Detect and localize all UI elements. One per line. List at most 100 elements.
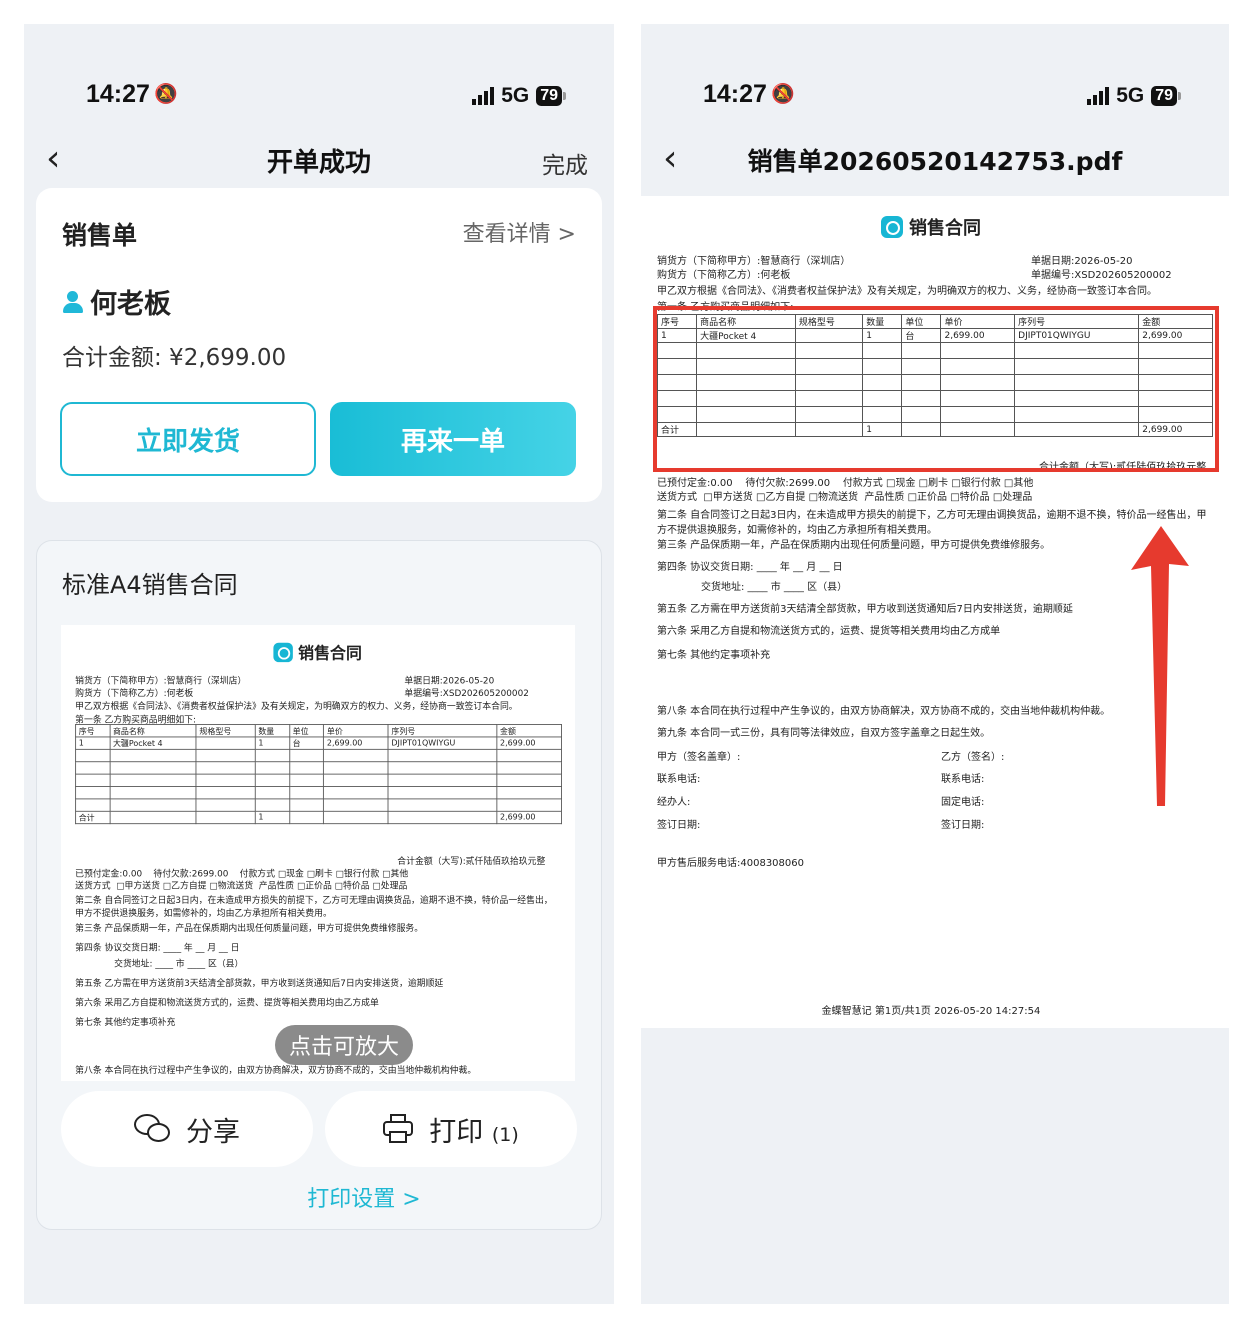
party-b-phone: 联系电话: — [941, 774, 985, 785]
share-button[interactable]: 分享 — [61, 1091, 313, 1167]
sum-amount: 2,699.00 — [496, 810, 562, 825]
party-a-sign: 甲方（签名盖章）: — [657, 752, 741, 763]
status-right: 5G 79 — [472, 84, 566, 108]
seller-line: 销货方（下简称甲方）:智慧商行（深圳店） — [657, 256, 851, 267]
delivery-line: 送货方式 □甲方送货 □乙方自提 □物流送货 产品性质 □正价品 □特价品 □处… — [657, 492, 1033, 503]
table-row: 1 大疆Pocket 4 1 台 2,699.00 DJIPT01QWIYGU 2,699.… — [75, 736, 562, 750]
table-cell: 台 — [289, 736, 325, 750]
intro-line: 甲乙双方根据《合同法》、《消费者权益保护法》及有关规定，为明确双方的权力、义务，… — [657, 286, 1157, 297]
clause2: 第二条 自合同签订之日起3日内，在未造成甲方损失的前提下，乙方可无理由调换货品，… — [75, 895, 553, 919]
sum-words: 合计金额（大写):贰仟陆佰玖拾玖元整 — [397, 856, 546, 867]
service-phone: 甲方售后服务电话:4008308060 — [657, 858, 804, 869]
party-a-date: 签订日期: — [657, 820, 701, 831]
clause5: 第五条 乙方需在甲方送货前3天结清全部货款，甲方收到送货通知后7日内安排送货，逾… — [657, 604, 1073, 615]
nav-bar: ‹ 开单成功 完成 — [24, 134, 614, 190]
zoom-hint[interactable]: 点击可放大 — [275, 1025, 414, 1065]
status-time: 14:27 🔕 — [703, 80, 795, 109]
table-header: 金额 — [496, 724, 562, 738]
order-title: 销售单 — [62, 221, 138, 250]
clause7: 第七条 其他约定事项补充 — [657, 650, 771, 661]
template-title: 标准A4销售合同 — [62, 571, 238, 599]
payment-line: 已预付定金:0.00 待付欠款:2699.00 付款方式 □现金 □刷卡 □银行… — [657, 478, 1034, 489]
clause2: 第二条 自合同签订之日起3日内，在未造成甲方损失的前提下，乙方可无理由调换货品，… — [657, 510, 1207, 536]
contract-title: 销售合同 — [641, 214, 1221, 240]
table-header: 单价 — [323, 724, 389, 738]
wechat-icon — [134, 1114, 170, 1144]
clause8: 第八条 本合同在执行过程中产生争议的，由双方协商解决，双方协商不成的，交由当地仲… — [75, 1065, 477, 1076]
table-header: 数量 — [254, 724, 290, 738]
seller-line: 销货方（下简称甲方）:智慧商行（深圳店） — [75, 676, 247, 687]
party-b-sign: 乙方（签名）: — [941, 752, 1005, 763]
bell-muted-icon: 🔕 — [770, 84, 795, 105]
printer-icon — [383, 1114, 414, 1144]
items-table: 序号 商品名称 规格型号 数量 单位 单价 序列号 金额 1 大疆Pocket 4 1 台 2,699… — [75, 724, 562, 825]
status-time-text: 14:27 — [703, 80, 767, 108]
clause4: 第四条 协议交货日期: ____ 年 __ 月 __ 日 — [657, 562, 843, 573]
right-phone-screen: 14:27 🔕 5G 79 ‹ 销售单20260520142753.pdf 销售合… — [641, 24, 1229, 1304]
payment-line: 已预付定金:0.00 待付欠款:2699.00 付款方式 □现金 □刷卡 □银行… — [75, 869, 409, 879]
table-header: 单位 — [289, 724, 325, 738]
clause4: 第四条 协议交货日期: ____ 年 __ 月 __ 日 — [75, 943, 240, 954]
clause4-address: 交货地址: ____ 市 ____ 区（县） — [114, 959, 244, 970]
clause3: 第三条 产品保质期一年，产品在保质期内出现任何质量问题，甲方可提供免费维修服务。 — [75, 924, 424, 934]
fixed-phone-line: 固定电话: — [941, 797, 985, 808]
sum-label: 合计 — [75, 810, 111, 825]
buyer-line: 购货方（下简称乙方）:何老板 — [657, 270, 791, 281]
ship-now-button[interactable]: 立即发货 — [60, 402, 316, 476]
clause9: 第九条 本合同一式三份，具有同等法律效应，自双方签字盖章之日起生效。 — [657, 728, 991, 739]
red-arrow-icon — [1131, 526, 1189, 806]
table-header: 序号 — [75, 724, 111, 738]
number-line: 单据编号:XSD202605200002 — [404, 688, 529, 699]
app-logo-icon — [881, 216, 903, 238]
table-cell: 1 — [75, 736, 111, 750]
sum-qty: 1 — [254, 810, 290, 825]
user-icon — [62, 290, 84, 313]
network-label: 5G — [501, 84, 530, 107]
table-cell: 2,699.00 — [496, 736, 562, 750]
pdf-title: 销售单20260520142753.pdf — [747, 147, 1123, 176]
contract-preview[interactable]: 销售合同 销货方（下简称甲方）:智慧商行（深圳店） 购货方（下简称乙方）:何老板… — [61, 625, 575, 1081]
handler-line: 经办人: — [657, 797, 691, 808]
customer: 何老板 — [62, 282, 171, 321]
buyer-line: 购货方（下简称乙方）:何老板 — [75, 688, 194, 699]
pdf-header: 14:27 🔕 5G 79 ‹ 销售单20260520142753.pdf — [641, 24, 1229, 196]
intro-line: 甲乙双方根据《合同法》、《消费者权益保护法》及有关规定，为明确双方的权力、义务，… — [75, 701, 518, 712]
print-settings-link[interactable]: 打印设置 > — [37, 1181, 601, 1213]
view-details-link[interactable]: 查看详情 > — [463, 216, 576, 248]
left-phone-screen: 14:27 🔕 5G 79 ‹ 开单成功 完成 销售单 查看详情 > 何老板 合计… — [24, 24, 614, 1304]
clause4-address: 交货地址: ____ 市 ____ 区（县） — [701, 582, 848, 593]
table-header: 规格型号 — [195, 724, 256, 738]
sum-row: 合计 1 2,699.00 — [75, 810, 562, 825]
table-header-row: 序号 商品名称 规格型号 数量 单位 单价 序列号 金额 — [75, 724, 562, 738]
app-logo-icon — [273, 642, 293, 663]
contract-title: 销售合同 — [61, 641, 574, 664]
order-total: 合计金额: ¥2,699.00 — [62, 345, 287, 371]
status-bar: 14:27 🔕 5G 79 — [641, 80, 1229, 114]
new-order-button[interactable]: 再来一单 — [330, 402, 576, 476]
party-a-phone: 联系电话: — [657, 774, 701, 785]
date-line: 单据日期:2026-05-20 — [404, 676, 495, 687]
party-b-date: 签订日期: — [941, 820, 985, 831]
table-cell: 2,699.00 — [323, 736, 389, 750]
print-button[interactable]: 打印 (1) — [325, 1091, 577, 1167]
clause7: 第七条 其他约定事项补充 — [75, 1017, 176, 1028]
clause1-line: 第一条 乙方购买商品明细如下: — [75, 715, 197, 726]
signal-icon — [1087, 87, 1110, 105]
done-button[interactable]: 完成 — [542, 146, 588, 180]
clause3: 第三条 产品保质期一年，产品在保质期内出现任何质量问题，甲方可提供免费维修服务。 — [657, 540, 1051, 551]
table-cell: 1 — [254, 736, 290, 750]
table-cell — [195, 736, 256, 750]
battery-icon: 79 — [536, 86, 566, 106]
order-card: 销售单 查看详情 > 何老板 合计金额: ¥2,699.00 立即发货 再来一单 — [36, 188, 602, 502]
pdf-footer: 金蝶智慧记 第1页/共1页 2026-05-20 14:27:54 — [821, 1006, 1041, 1017]
status-right: 5G 79 — [1087, 84, 1181, 108]
status-bar: 14:27 🔕 5G 79 — [24, 80, 614, 114]
pdf-page[interactable]: 销售合同 销货方（下简称甲方）:智慧商行（深圳店） 购货方（下简称乙方）:何老板… — [641, 196, 1229, 1028]
print-label: 打印 (1) — [429, 1116, 519, 1148]
number-line: 单据编号:XSD202605200002 — [1031, 270, 1172, 281]
share-label: 分享 — [186, 1116, 240, 1148]
nav-bar: ‹ 销售单20260520142753.pdf — [641, 134, 1229, 190]
signal-icon — [472, 87, 495, 105]
clause8: 第八条 本合同在执行过程中产生争议的，由双方协商解决，双方协商不成的，交由当地仲… — [657, 706, 1111, 717]
page-title: 开单成功 — [266, 148, 371, 178]
